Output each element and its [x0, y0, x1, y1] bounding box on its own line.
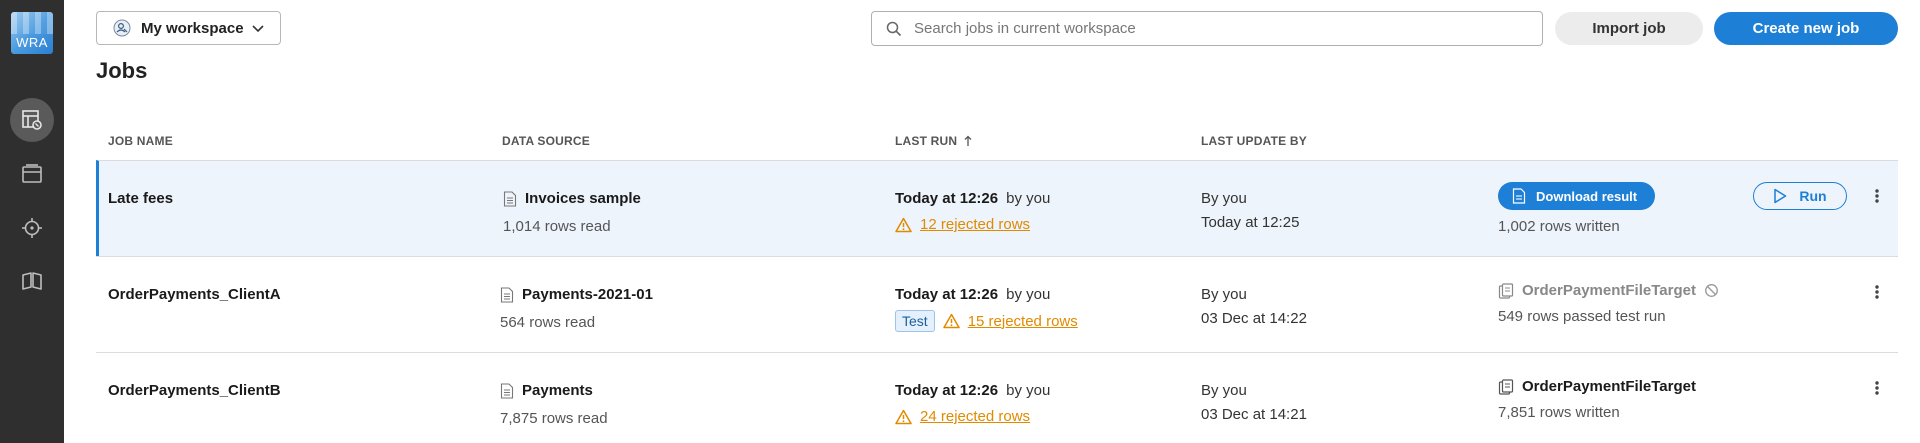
target-name: OrderPaymentFileTarget — [1522, 282, 1696, 299]
warning-icon — [895, 409, 912, 424]
run-time: Today at 12:26 — [895, 190, 999, 207]
file-target-icon — [1498, 378, 1514, 395]
rail-item-files[interactable] — [10, 152, 54, 196]
target-detail: 549 rows passed test run — [1498, 308, 1666, 325]
job-name[interactable]: OrderPayments_ClientA — [108, 286, 281, 303]
rejected-rows[interactable]: 24 rejected rows — [895, 408, 1030, 425]
test-badge: Test — [895, 310, 935, 332]
run-by: by you — [1006, 286, 1051, 303]
data-source: Invoices sample — [503, 190, 641, 207]
rejected-rows[interactable]: 12 rejected rows — [895, 216, 1030, 233]
run-label: Run — [1799, 188, 1827, 204]
header-last-run[interactable]: LAST RUN — [895, 134, 973, 148]
update-by: By you — [1201, 286, 1247, 303]
table-row[interactable]: OrderPayments_ClientA Payments-2021-01 5… — [96, 256, 1898, 352]
jobs-icon — [22, 110, 42, 130]
row-menu-button[interactable] — [1869, 280, 1885, 304]
header-last-update-by[interactable]: LAST UPDATE BY — [1201, 134, 1307, 148]
job-name[interactable]: OrderPayments_ClientB — [108, 382, 281, 399]
file-target-icon — [1498, 282, 1514, 299]
disabled-icon — [1705, 284, 1718, 297]
header-data-source[interactable]: DATA SOURCE — [502, 134, 590, 148]
last-run: Today at 12:26 by you — [895, 190, 1050, 207]
job-name[interactable]: Late fees — [108, 190, 173, 207]
run-time: Today at 12:26 — [895, 382, 999, 399]
target: OrderPaymentFileTarget — [1498, 282, 1719, 299]
last-run: Today at 12:26 by you — [895, 286, 1050, 303]
update-time: 03 Dec at 14:22 — [1201, 310, 1307, 327]
last-run: Today at 12:26 by you — [895, 382, 1050, 399]
rows-read: 1,014 rows read — [503, 218, 611, 235]
target-name: OrderPaymentFileTarget — [1522, 378, 1696, 395]
workspace-user-icon — [113, 19, 131, 37]
target-detail: 1,002 rows written — [1498, 218, 1620, 235]
workspace-selector[interactable]: My workspace — [96, 11, 281, 45]
rejected-rows-link[interactable]: 12 rejected rows — [920, 216, 1030, 233]
data-source: Payments — [500, 382, 593, 399]
app-logo[interactable]: WRA — [11, 12, 53, 54]
document-icon — [500, 382, 514, 399]
search-icon — [886, 21, 902, 36]
source-name: Payments-2021-01 — [522, 286, 653, 303]
update-by: By you — [1201, 382, 1247, 399]
target-detail: 7,851 rows written — [1498, 404, 1620, 421]
warning-icon — [942, 313, 960, 329]
left-rail: WRA — [0, 0, 64, 443]
warning-icon — [895, 217, 912, 232]
rejected-rows-link[interactable]: 15 rejected rows — [968, 313, 1078, 330]
document-icon — [500, 286, 514, 303]
run-button[interactable]: Run — [1753, 182, 1847, 210]
download-result-button-wrap: Download result — [1498, 182, 1656, 210]
import-job-button[interactable]: Import job — [1555, 12, 1703, 45]
header-job-name[interactable]: JOB NAME — [108, 134, 173, 148]
download-result-label: Download result — [1536, 188, 1638, 204]
folder-icon — [22, 164, 42, 183]
rows-read: 7,875 rows read — [500, 410, 608, 427]
create-job-button[interactable]: Create new job — [1714, 12, 1898, 45]
update-time: Today at 12:25 — [1201, 214, 1300, 231]
source-name: Payments — [522, 382, 593, 399]
logo-text: WRA — [16, 35, 48, 50]
rail-item-docs[interactable] — [10, 260, 54, 304]
more-vertical-icon — [1875, 285, 1879, 299]
document-icon — [503, 190, 517, 207]
more-vertical-icon — [1875, 189, 1879, 203]
more-vertical-icon — [1875, 381, 1879, 395]
run-time: Today at 12:26 — [895, 286, 999, 303]
search-box[interactable] — [871, 11, 1543, 46]
rail-item-monitor[interactable] — [10, 206, 54, 250]
sort-ascending-icon — [964, 135, 972, 146]
page-title: Jobs — [96, 58, 148, 83]
source-name: Invoices sample — [525, 190, 641, 207]
table-row[interactable]: OrderPayments_ClientB Payments 7,875 row… — [96, 352, 1898, 443]
run-by: by you — [1006, 190, 1051, 207]
run-by: by you — [1006, 382, 1051, 399]
row-menu-button[interactable] — [1869, 184, 1885, 208]
rejected-rows[interactable]: Test 15 rejected rows — [895, 310, 1078, 332]
rows-read: 564 rows read — [500, 314, 596, 331]
chevron-down-icon — [252, 25, 264, 33]
update-time: 03 Dec at 14:21 — [1201, 406, 1307, 423]
rail-item-jobs[interactable] — [10, 98, 54, 142]
table-header: JOB NAME DATA SOURCE LAST RUN LAST UPDAT… — [96, 128, 1898, 162]
target: OrderPaymentFileTarget — [1498, 378, 1696, 395]
data-source: Payments-2021-01 — [500, 286, 653, 303]
search-input[interactable] — [914, 20, 1514, 37]
book-icon — [22, 272, 42, 290]
workspace-label: My workspace — [141, 19, 244, 37]
play-icon — [1774, 188, 1787, 204]
document-icon — [1512, 188, 1526, 204]
update-by: By you — [1201, 190, 1247, 207]
rejected-rows-link[interactable]: 24 rejected rows — [920, 408, 1030, 425]
table-row[interactable]: Late fees Invoices sample 1,014 rows rea… — [96, 160, 1898, 256]
row-menu-button[interactable] — [1869, 376, 1885, 400]
download-result-button[interactable]: Download result — [1498, 182, 1656, 210]
target-icon — [22, 218, 42, 238]
